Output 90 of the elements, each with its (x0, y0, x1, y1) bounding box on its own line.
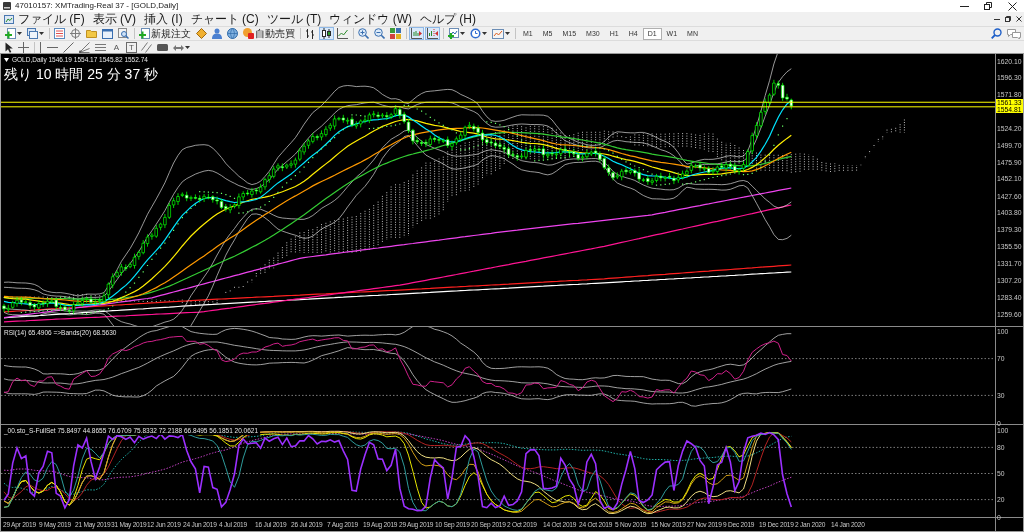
close-icon (1016, 16, 1022, 22)
menu-item[interactable]: ヘルプ (H) (416, 12, 480, 26)
tile-windows-button[interactable] (388, 27, 403, 40)
chart-arrow-icon (411, 28, 422, 39)
autotrading-button[interactable]: 自動売買 (241, 27, 297, 40)
minimize-icon (994, 18, 1000, 20)
market-button[interactable] (225, 27, 240, 40)
metaeditor-button[interactable] (194, 27, 209, 40)
target-icon (70, 28, 81, 39)
window-icon (102, 28, 113, 39)
magnifier-document-icon (118, 28, 129, 39)
caret-icon (505, 32, 510, 35)
window-title: 47010157: XMTrading-Real 37 - [GOLD,Daily] (15, 1, 179, 11)
window-list-icon (54, 28, 65, 39)
line-chart-icon (337, 28, 348, 39)
document-plus-icon (139, 28, 150, 39)
new-chart-button[interactable] (3, 27, 24, 40)
vertical-line-icon (39, 41, 42, 53)
caret-icon (460, 32, 465, 35)
menu-item[interactable]: ファイル (F) (14, 12, 89, 26)
caret-icon (185, 45, 190, 49)
templates-button[interactable] (490, 27, 512, 40)
grid-icon (390, 28, 401, 39)
clock-icon (470, 28, 481, 39)
speech-bubbles-icon (1007, 28, 1021, 39)
market-watch-button[interactable] (52, 27, 67, 40)
search-button[interactable] (989, 27, 1004, 40)
navigator-button[interactable] (84, 27, 99, 40)
stacked-lines-icon (95, 43, 106, 51)
restore-icon (984, 2, 992, 10)
menu-item[interactable]: 挿入 (I) (140, 12, 187, 26)
indicators-button[interactable] (446, 27, 467, 40)
menu-item[interactable]: チャート (C) (186, 12, 263, 26)
chart-type-button[interactable] (335, 27, 350, 40)
diagonal-line-icon (63, 41, 74, 53)
crosshair-button[interactable] (16, 40, 31, 54)
chart-shift-icon (427, 28, 438, 39)
caret-icon (482, 32, 487, 35)
community-button[interactable] (210, 27, 224, 40)
close-button[interactable] (1014, 14, 1024, 24)
document-plus-icon (5, 28, 16, 39)
ohlc-bars-icon (305, 28, 316, 39)
chart-type-button[interactable] (319, 27, 334, 40)
label-tool-button[interactable]: T (126, 41, 137, 53)
fan-lines-icon (79, 41, 90, 53)
zoom-out-button[interactable] (372, 27, 387, 40)
profiles-button[interactable] (25, 27, 46, 40)
zoom-in-button[interactable] (356, 27, 371, 40)
chart-window-icon (4, 14, 14, 24)
cursor-button[interactable] (3, 40, 15, 54)
restore-icon (1005, 16, 1011, 22)
fibonacci-fan-button[interactable] (77, 40, 92, 54)
zoom-in-icon (358, 28, 369, 39)
circle-stop-icon (243, 28, 254, 39)
parallel-slashes-icon (141, 41, 152, 53)
candle-countdown: 残り 10 時間 25 分 37 秒 (4, 65, 159, 83)
cursor-icon (5, 41, 13, 53)
data-window-button[interactable] (68, 27, 83, 40)
text-tool-button[interactable]: A (111, 41, 122, 53)
crosshair-icon (18, 41, 29, 53)
caret-icon (17, 32, 22, 35)
chart-plus-icon (448, 28, 459, 39)
minimize-icon (959, 5, 969, 7)
vertical-line-button[interactable] (37, 40, 44, 54)
periods-button[interactable] (468, 27, 489, 40)
candlestick-icon (321, 28, 332, 39)
globe-icon (227, 28, 238, 39)
chart-toggle-button[interactable] (409, 27, 424, 40)
horizontal-line-icon (47, 45, 58, 49)
menu-item[interactable]: ツール (T) (262, 12, 326, 26)
triangle-icon (4, 58, 9, 62)
chart-toggle-button[interactable] (425, 27, 440, 40)
new-order-button[interactable]: 新規注文 (137, 27, 193, 40)
trendline-button[interactable] (61, 40, 76, 54)
app-icon (3, 2, 11, 10)
menu-item[interactable]: 表示 (V) (88, 12, 140, 26)
diamond-icon (196, 28, 207, 39)
restore-button[interactable] (1003, 14, 1013, 24)
terminal-button[interactable] (100, 27, 115, 40)
rectangle-icon (157, 43, 168, 51)
strategy-tester-button[interactable] (116, 27, 131, 40)
window-stack-icon (27, 28, 38, 39)
menu-item[interactable]: ウィンドウ (W) (325, 12, 416, 26)
close-icon (1007, 1, 1017, 11)
person-icon (212, 28, 222, 39)
template-icon (492, 28, 504, 39)
folder-icon (86, 29, 97, 38)
search-icon (991, 28, 1002, 39)
caret-icon (39, 32, 44, 35)
zoom-out-icon (374, 28, 385, 39)
